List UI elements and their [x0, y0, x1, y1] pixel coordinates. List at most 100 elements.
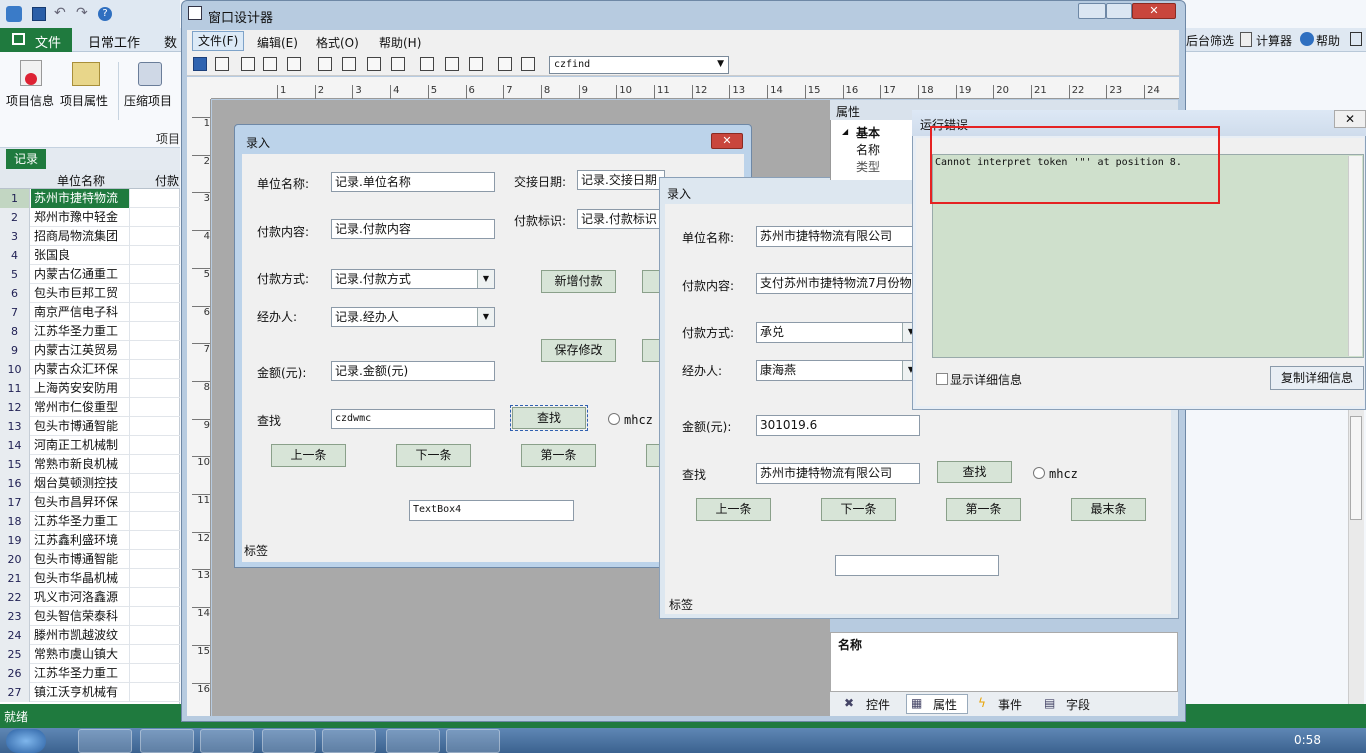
help-app2-icon[interactable] [446, 729, 500, 753]
undo-icon[interactable]: ↶ [54, 5, 66, 21]
form1-close-button[interactable]: ✕ [711, 133, 743, 149]
help-icon[interactable]: ? [98, 7, 112, 21]
explorer-app-icon[interactable] [200, 729, 254, 753]
fox-app-icon[interactable] [322, 729, 376, 753]
help-button[interactable]: 帮助 [1316, 32, 1340, 49]
unit-name-cell[interactable]: 常熟市虞山镇大 [31, 645, 130, 664]
table-row[interactable]: 14 河南正工机械制 [0, 436, 180, 455]
table-row[interactable]: 4 张国良 [0, 246, 180, 265]
unit-name-cell[interactable]: 江苏华圣力重工 [31, 322, 130, 341]
f2-unit-field[interactable]: 苏州市捷特物流有限公司 [756, 226, 920, 247]
table-row[interactable]: 20 包头市博通智能 [0, 550, 180, 569]
tab-data[interactable]: 数 [164, 32, 177, 51]
align-bottom-icon[interactable] [391, 57, 405, 71]
table-row[interactable]: 18 江苏华圣力重工 [0, 512, 180, 531]
align-left-icon[interactable] [318, 57, 332, 71]
same-size-icon[interactable] [469, 57, 483, 71]
dropdown-arrow-icon[interactable]: ▼ [477, 270, 494, 288]
props-item-type[interactable]: 类型 [856, 158, 880, 175]
f2-first-button[interactable]: 第一条 [946, 498, 1021, 521]
table-row[interactable]: 15 常熟市新良机械 [0, 455, 180, 474]
f2-empty-textbox[interactable] [835, 555, 999, 576]
error-scrollbar[interactable] [1348, 156, 1362, 356]
background-filter-button[interactable]: 后台筛选 [1186, 32, 1234, 49]
scroll-thumb[interactable] [1350, 416, 1362, 520]
unit-name-cell[interactable]: 包头市博通智能 [31, 417, 130, 436]
copy-icon[interactable] [263, 57, 277, 71]
table-row[interactable]: 21 包头市华晶机械 [0, 569, 180, 588]
unit-name-cell[interactable]: 招商局物流集团 [31, 227, 130, 246]
tab-order-icon[interactable] [498, 57, 512, 71]
tab-events[interactable]: ϟ 事件 [972, 694, 1034, 714]
f1-first-button[interactable]: 第一条 [521, 444, 596, 467]
f2-next-button[interactable]: 下一条 [821, 498, 896, 521]
unit-name-cell[interactable]: 郑州市豫中轻金 [31, 208, 130, 227]
f1-content-field[interactable]: 记录.付款内容 [331, 219, 495, 239]
f2-amount-field[interactable]: 301019.6 [756, 415, 920, 436]
close-button[interactable]: ✕ [1132, 3, 1176, 19]
copy-details-button[interactable]: 复制详细信息 [1270, 366, 1364, 390]
f2-radio[interactable] [1033, 467, 1045, 479]
menu-edit[interactable]: 编辑(E) [257, 34, 298, 51]
project-info-button[interactable]: 项目信息 [4, 60, 58, 110]
control-combo[interactable]: czfind ▼ [549, 56, 729, 74]
compress-project-button[interactable]: 压缩项目 [122, 60, 178, 110]
table-row[interactable]: 27 镇江沃亨机械有 [0, 683, 180, 702]
f1-next-button[interactable]: 下一条 [396, 444, 471, 467]
column-header-unit[interactable]: 单位名称 [32, 172, 130, 189]
unit-name-cell[interactable]: 包头市华晶机械 [31, 569, 130, 588]
table-row[interactable]: 13 包头市博通智能 [0, 417, 180, 436]
f1-find-button[interactable]: 查找 [510, 405, 588, 431]
f1-person-select[interactable]: 记录.经办人 ▼ [331, 307, 495, 327]
table-row[interactable]: 2 郑州市豫中轻金 [0, 208, 180, 227]
unit-name-cell[interactable]: 内蒙古江英贸易 [31, 341, 130, 360]
menu-help[interactable]: 帮助(H) [379, 34, 421, 51]
tab-fields[interactable]: ▤ 字段 [1040, 694, 1102, 714]
start-button[interactable] [6, 729, 46, 753]
delete-icon[interactable] [241, 57, 255, 71]
table-row[interactable]: 25 常熟市虞山镇大 [0, 645, 180, 664]
tab-daily[interactable]: 日常工作 [88, 32, 140, 51]
sheet-tab-record[interactable]: 记录 [6, 149, 46, 169]
table-row[interactable]: 3 招商局物流集团 [0, 227, 180, 246]
f2-content-field[interactable]: 支付苏州市捷特物流7月份物 [756, 273, 920, 294]
collapse-ribbon-icon[interactable] [1350, 32, 1362, 46]
unit-name-cell[interactable]: 苏州市捷特物流 [31, 189, 130, 208]
table-row[interactable]: 16 烟台莫顿测控技 [0, 474, 180, 493]
menu-format[interactable]: 格式(O) [316, 34, 359, 51]
redo-icon[interactable]: ↷ [76, 5, 88, 21]
unit-name-cell[interactable]: 南京严信电子科 [31, 303, 130, 322]
collapse-triangle-icon[interactable]: ◢ [842, 127, 848, 136]
unit-name-cell[interactable]: 镇江沃亨机械有 [31, 683, 130, 702]
save-icon[interactable] [193, 57, 207, 71]
unit-name-cell[interactable]: 包头市博通智能 [31, 550, 130, 569]
f2-find-field[interactable]: 苏州市捷特物流有限公司 [756, 463, 920, 484]
unit-name-cell[interactable]: 巩义市河洛鑫源 [31, 588, 130, 607]
column-header-payment[interactable]: 付款 [155, 172, 179, 189]
f1-method-select[interactable]: 记录.付款方式 ▼ [331, 269, 495, 289]
f1-amount-field[interactable]: 记录.金额(元) [331, 361, 495, 381]
f2-method-select[interactable]: 承兑 ▼ [756, 322, 920, 343]
tab-properties[interactable]: ▦ 属性 [906, 694, 968, 714]
table-row[interactable]: 11 上海芮安安防用 [0, 379, 180, 398]
table-row[interactable]: 8 江苏华圣力重工 [0, 322, 180, 341]
same-width-icon[interactable] [420, 57, 434, 71]
unit-name-cell[interactable]: 包头市巨邦工贸 [31, 284, 130, 303]
table-row[interactable]: 6 包头市巨邦工贸 [0, 284, 180, 303]
table-row[interactable]: 22 巩义市河洛鑫源 [0, 588, 180, 607]
f2-find-button[interactable]: 查找 [937, 461, 1012, 483]
table-row[interactable]: 5 内蒙古亿通重工 [0, 265, 180, 284]
tab-file[interactable]: 文件 [0, 28, 72, 52]
table-row[interactable]: 26 江苏华圣力重工 [0, 664, 180, 683]
table-row[interactable]: 1 苏州市捷特物流 [0, 189, 180, 208]
f1-textbox4[interactable]: TextBox4 [409, 500, 574, 521]
unit-name-cell[interactable]: 河南正工机械制 [31, 436, 130, 455]
table-row[interactable]: 24 滕州市凯越波纹 [0, 626, 180, 645]
group-icon[interactable] [521, 57, 535, 71]
browser-app-icon[interactable] [78, 729, 132, 753]
unit-name-cell[interactable]: 滕州市凯越波纹 [31, 626, 130, 645]
unit-name-cell[interactable]: 江苏华圣力重工 [31, 664, 130, 683]
menu-file[interactable]: 文件(F) [192, 31, 244, 51]
f2-person-select[interactable]: 康海燕 ▼ [756, 360, 920, 381]
save-all-icon[interactable] [215, 57, 229, 71]
